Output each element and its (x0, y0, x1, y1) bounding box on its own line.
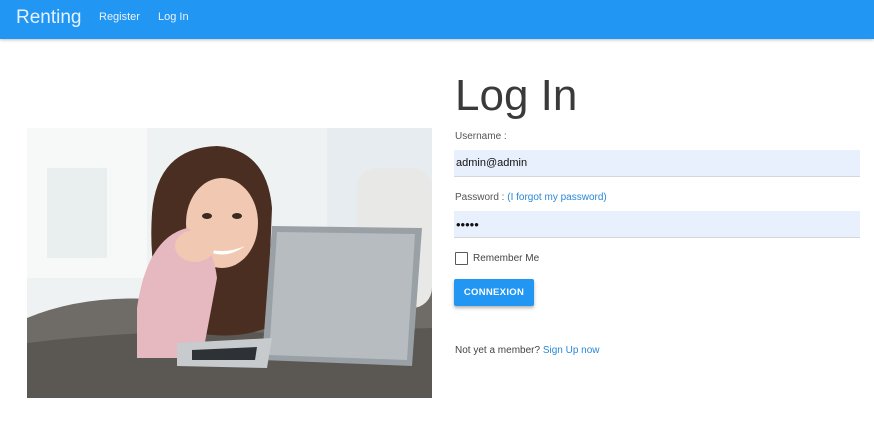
nav-register-link[interactable]: Register (99, 11, 140, 23)
signup-link[interactable]: Sign Up now (543, 345, 600, 356)
remember-me-row[interactable]: Remember Me (455, 251, 539, 265)
username-input[interactable] (454, 150, 860, 177)
password-input[interactable] (454, 211, 860, 238)
hero-image (27, 128, 432, 398)
hero-illustration (27, 128, 432, 398)
brand-logo[interactable]: Renting (16, 7, 82, 29)
remember-me-label: Remember Me (473, 252, 540, 264)
signup-prompt: Not yet a member? (455, 345, 541, 356)
nav-login-link[interactable]: Log In (158, 11, 189, 23)
connexion-button[interactable]: CONNEXION (454, 279, 534, 306)
forgot-password-link[interactable]: (I forgot my password) (507, 192, 606, 203)
remember-me-checkbox[interactable] (455, 251, 468, 265)
password-label-row: Password : (I forgot my password) (455, 192, 607, 203)
signup-row: Not yet a member? Sign Up now (455, 345, 600, 356)
password-label: Password : (455, 192, 505, 203)
top-navbar: Renting Register Log In (0, 0, 874, 39)
username-label: Username : (455, 131, 507, 142)
page-title: Log In (455, 71, 578, 120)
